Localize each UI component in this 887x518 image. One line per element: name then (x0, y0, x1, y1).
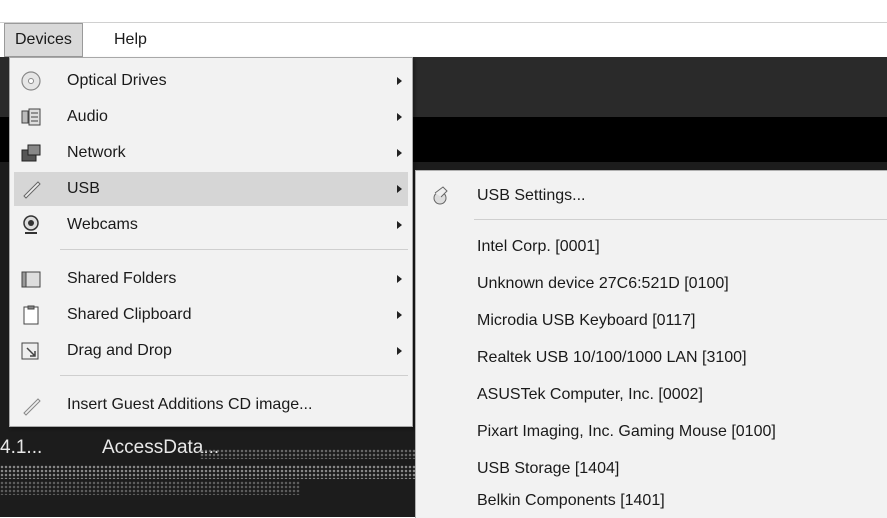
vm-noise-pattern-3 (200, 449, 415, 459)
menu-item-label: Network (67, 144, 126, 161)
usb-device-label: Intel Corp. [0001] (477, 238, 600, 255)
usb-device-item[interactable]: USB Storage [1404] (416, 452, 887, 486)
menu-item-network[interactable]: Network (14, 136, 408, 170)
menu-help[interactable]: Help (104, 23, 157, 57)
submenu-arrow-icon (397, 185, 402, 193)
menu-devices[interactable]: Devices (4, 23, 83, 57)
menu-item-label: USB (67, 180, 100, 197)
usb-device-item[interactable]: ASUSTek Computer, Inc. [0002] (416, 378, 887, 412)
shared-folder-icon (21, 271, 41, 288)
usb-settings-label: USB Settings... (477, 187, 586, 204)
devices-menu: Optical Drives Audio Network USB Webcams… (9, 57, 413, 427)
submenu-separator (474, 219, 887, 220)
clipboard-icon (23, 305, 39, 325)
submenu-arrow-icon (397, 221, 402, 229)
submenu-arrow-icon (397, 77, 402, 85)
usb-device-item[interactable]: Pixart Imaging, Inc. Gaming Mouse [0100] (416, 415, 887, 449)
submenu-arrow-icon (397, 311, 402, 319)
usb-icon (23, 181, 41, 199)
menu-item-label: Webcams (67, 216, 138, 233)
usb-settings-item[interactable]: USB Settings... (416, 179, 887, 213)
optical-drive-icon (21, 71, 41, 91)
vm-noise-pattern (0, 465, 415, 479)
webcam-icon (23, 215, 39, 234)
menu-item-label: Shared Folders (67, 270, 177, 287)
usb-device-label: USB Storage [1404] (477, 460, 620, 477)
usb-device-item[interactable]: Realtek USB 10/100/1000 LAN [3100] (416, 341, 887, 375)
audio-icon (21, 108, 41, 126)
usb-settings-icon (433, 186, 448, 205)
usb-device-label: Microdia USB Keyboard [0117] (477, 312, 696, 329)
menu-item-label: Insert Guest Additions CD image... (67, 396, 313, 413)
menu-item-usb[interactable]: USB (14, 172, 408, 206)
vm-window: Devices Help 4.1... AccessData... Optica… (0, 0, 887, 518)
usb-device-item[interactable]: Belkin Components [1401] (416, 484, 887, 518)
network-icon (21, 144, 41, 162)
submenu-arrow-icon (397, 149, 402, 157)
menu-item-audio[interactable]: Audio (14, 100, 408, 134)
menu-separator (60, 249, 408, 250)
usb-device-label: Belkin Components [1401] (477, 492, 665, 509)
drag-drop-icon (21, 342, 39, 360)
menu-item-webcams[interactable]: Webcams (14, 208, 408, 242)
menu-item-label: Shared Clipboard (67, 306, 192, 323)
menu-item-label: Optical Drives (67, 72, 167, 89)
menu-bar: Devices Help (0, 22, 887, 59)
submenu-arrow-icon (397, 347, 402, 355)
vm-version-text: 4.1... (0, 437, 43, 458)
submenu-arrow-icon (397, 113, 402, 121)
menu-item-shared-folders[interactable]: Shared Folders (14, 262, 408, 296)
menu-item-optical-drives[interactable]: Optical Drives (14, 64, 408, 98)
usb-device-label: Unknown device 27C6:521D [0100] (477, 275, 729, 292)
menu-item-label: Drag and Drop (67, 342, 172, 359)
vm-noise-pattern-2 (0, 481, 300, 495)
usb-device-item[interactable]: Unknown device 27C6:521D [0100] (416, 267, 887, 301)
menu-item-insert-guest-additions[interactable]: Insert Guest Additions CD image... (14, 388, 408, 422)
usb-device-item[interactable]: Microdia USB Keyboard [0117] (416, 304, 887, 338)
usb-submenu: USB Settings... Intel Corp. [0001] Unkno… (415, 170, 887, 518)
usb-device-label: ASUSTek Computer, Inc. [0002] (477, 386, 703, 403)
usb-device-item[interactable]: Intel Corp. [0001] (416, 230, 887, 264)
menu-item-drag-and-drop[interactable]: Drag and Drop (14, 334, 408, 368)
usb-device-label: Pixart Imaging, Inc. Gaming Mouse [0100] (477, 423, 776, 440)
menu-separator (60, 375, 408, 376)
menu-item-label: Audio (67, 108, 108, 125)
guest-additions-icon (23, 398, 41, 416)
usb-device-label: Realtek USB 10/100/1000 LAN [3100] (477, 349, 747, 366)
menu-item-shared-clipboard[interactable]: Shared Clipboard (14, 298, 408, 332)
submenu-arrow-icon (397, 275, 402, 283)
